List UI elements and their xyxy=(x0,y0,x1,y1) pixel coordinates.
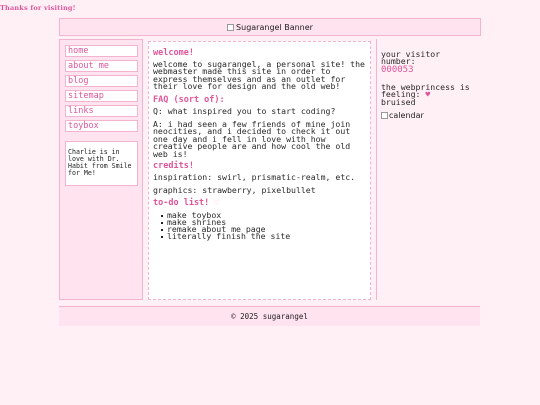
credits-inspiration: inspiration: swirl, prismatic-realm, etc… xyxy=(153,172,356,183)
welcome-text: welcome to sugarangel, a personal site! … xyxy=(153,59,365,92)
heart-outline-icon: ♡ xyxy=(214,197,220,207)
calendar-image: calendar xyxy=(381,112,476,120)
faq-answer: A: i had seen a few friends of mine join… xyxy=(153,119,351,159)
site-banner: Sugarangel Banner xyxy=(59,18,481,36)
faq-heading: FAQ (sort of): xyxy=(153,94,225,105)
credits-heading: credits! xyxy=(153,161,194,172)
status-note: Charlie is in love with Dr. Habit from S… xyxy=(65,141,138,186)
visitor-label: your visitor number: xyxy=(381,49,441,67)
mood-value: bruised xyxy=(381,96,416,107)
welcome-heading: welcome! xyxy=(153,48,194,58)
nav-about-me[interactable]: about me xyxy=(65,60,138,72)
footer: © 2025 sugarangel xyxy=(59,306,480,326)
visitor-counter: 000053 xyxy=(381,64,414,75)
left-sidebar: home about me blog sitemap links toybox … xyxy=(59,39,143,300)
credits-graphics: graphics: strawberry, pixelbullet xyxy=(153,185,316,196)
nav-home[interactable]: home xyxy=(65,45,138,57)
todo-heading: to-do list! ♡ xyxy=(153,197,220,208)
broken-image-icon xyxy=(381,112,388,120)
faq-question: Q: what inspired you to start coding? xyxy=(153,105,336,116)
right-sidebar: your visitor number: 000053 the webprinc… xyxy=(376,39,480,300)
todo-list: make toybox make shrines remake about me… xyxy=(153,211,366,240)
todo-item: literally finish the site xyxy=(161,232,366,240)
nav-links[interactable]: links xyxy=(65,105,138,117)
heart-icon: ♥ xyxy=(425,90,431,100)
nav-blog[interactable]: blog xyxy=(65,75,138,87)
nav-sitemap[interactable]: sitemap xyxy=(65,90,138,102)
main-content: welcome! welcome to sugarangel, a person… xyxy=(148,41,371,300)
nav-toybox[interactable]: toybox xyxy=(65,120,138,132)
broken-image-icon xyxy=(227,23,235,31)
banner-alt-text: Sugarangel Banner xyxy=(236,22,313,32)
thanks-note: Thanks for visiting! xyxy=(0,4,76,12)
